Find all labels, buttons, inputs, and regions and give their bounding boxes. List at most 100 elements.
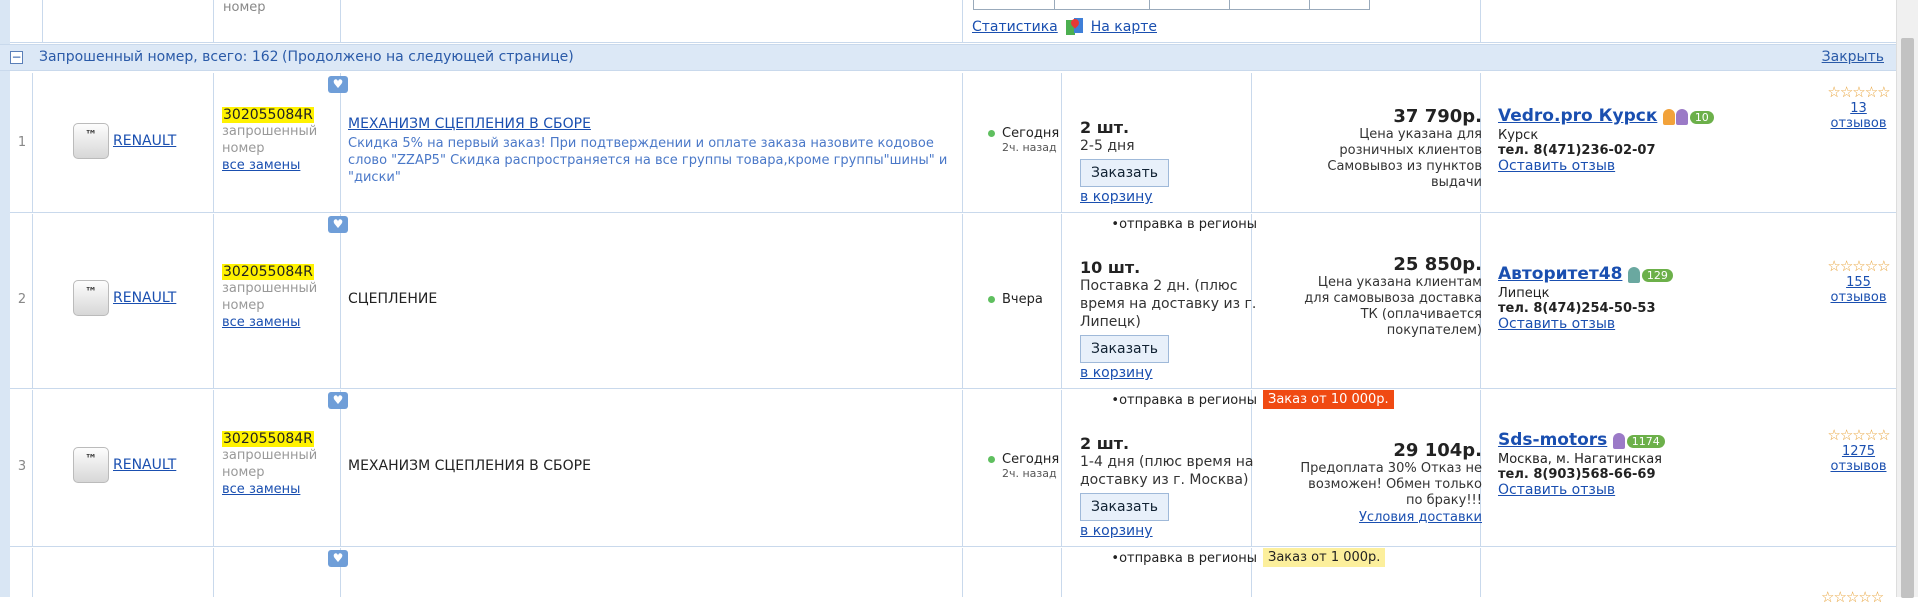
collapse-icon[interactable]: −: [10, 51, 23, 64]
heart-icon[interactable]: ♥: [328, 76, 348, 93]
map-link[interactable]: На карте: [1091, 19, 1157, 35]
map-icon[interactable]: [1065, 17, 1083, 35]
seller-name-link[interactable]: Vedro.pro Курск: [1498, 106, 1657, 126]
regions-note: •отправка в регионы: [1111, 217, 1257, 232]
quantity-block: 2 шт. 1-4 дня (плюс время на доставку из…: [1080, 434, 1260, 539]
brand-link[interactable]: RENAULT: [113, 290, 176, 306]
cart-link[interactable]: в корзину: [1080, 189, 1260, 205]
part-number-value: 302055084R: [222, 431, 314, 447]
rating: ☆☆☆☆☆: [1821, 588, 1884, 606]
price-block: 25 850р. Цена указана клиентам для самов…: [1266, 254, 1482, 339]
seller-name-link[interactable]: Авторитет48: [1498, 264, 1622, 284]
seller-city: Липецк: [1498, 286, 1550, 301]
all-replacements-link[interactable]: все замены: [222, 158, 300, 173]
price-note: Цена указана клиентам для самовывоза дос…: [1304, 275, 1482, 338]
reviews-link[interactable]: 1275 отзывов: [1821, 444, 1896, 474]
star-icon: ☆☆☆☆☆: [1821, 588, 1884, 606]
delivery-terms-link[interactable]: Условия доставки: [1359, 510, 1482, 525]
seller-name-link[interactable]: Sds-motors: [1498, 430, 1607, 450]
quantity-block: 2 шт. 2-5 дня Заказать в корзину: [1080, 118, 1260, 205]
ribbon-icon: [1612, 433, 1625, 449]
description-title-link[interactable]: МЕХАНИЗМ СЦЕПЛЕНИЯ В СБОРЕ: [348, 116, 591, 132]
price: 25 850р.: [1393, 254, 1482, 275]
delivery-term: 1-4 дня (плюс время на доставку из г. Мо…: [1080, 454, 1254, 488]
price: 29 104р.: [1393, 440, 1482, 461]
quantity-block: 10 шт. Поставка 2 дн. (плюс время на дос…: [1080, 258, 1260, 381]
ribbon-icon: [1662, 109, 1675, 125]
group-title: Запрошенный номер, всего: 162: [39, 49, 279, 65]
part-number-value: 302055084R: [222, 264, 314, 280]
brand-link[interactable]: RENAULT: [113, 133, 176, 149]
order-button[interactable]: Заказать: [1080, 493, 1170, 521]
price-note: Цена указана для розничных клиентов Само…: [1327, 127, 1482, 190]
price-note: Предоплата 30% Отказ не возможен! Обмен …: [1300, 461, 1482, 508]
prev-row-label: номер: [223, 0, 266, 15]
date-label: Сегодня: [1002, 452, 1060, 467]
description-title: СЦЕПЛЕНИЕ: [348, 291, 438, 307]
quantity: 10 шт.: [1080, 258, 1141, 277]
date: Сегодня 2ч. назад: [988, 452, 1059, 480]
date: Вчера: [988, 292, 1043, 307]
star-icon: ☆☆☆☆☆: [1827, 426, 1890, 444]
brand: ™ RENAULT: [73, 123, 176, 159]
brand: ™ RENAULT: [73, 280, 176, 316]
brand-link[interactable]: RENAULT: [113, 457, 176, 473]
scrollbar[interactable]: [1896, 0, 1918, 598]
description-title: МЕХАНИЗМ СЦЕПЛЕНИЯ В СБОРЕ: [348, 458, 591, 474]
scrollbar-thumb[interactable]: [1901, 38, 1914, 598]
tm-logo: ™: [73, 447, 109, 483]
requested-label: запрошенный номер: [222, 281, 318, 313]
table-row: 2 ™ RENAULT ♥ 302055084R запрошенный ном…: [10, 214, 1896, 389]
requested-label: запрошенный номер: [222, 124, 318, 156]
seller-phone: тел. 8(471)236-02-07: [1498, 143, 1656, 158]
leave-review-link[interactable]: Оставить отзыв: [1498, 316, 1615, 332]
star-icon: ☆☆☆☆☆: [1827, 257, 1890, 275]
reviews-link[interactable]: 13 отзывов: [1821, 101, 1896, 131]
heart-icon[interactable]: ♥: [328, 550, 348, 567]
all-replacements-link[interactable]: все замены: [222, 482, 300, 497]
rating: ☆☆☆☆☆ 13 отзывов: [1821, 83, 1896, 131]
reviews-link[interactable]: 155 отзывов: [1821, 275, 1896, 305]
quantity: 2 шт.: [1080, 434, 1130, 453]
leave-review-link[interactable]: Оставить отзыв: [1498, 158, 1615, 174]
heart-icon[interactable]: ♥: [328, 216, 348, 233]
rating: ☆☆☆☆☆ 1275 отзывов: [1821, 426, 1896, 474]
cart-link[interactable]: в корзину: [1080, 523, 1260, 539]
table-row: 1 ™ RENAULT ♥ 302055084R запрошенный ном…: [10, 73, 1896, 213]
seller-badge: 1174: [1626, 434, 1665, 448]
tm-logo: ™: [73, 123, 109, 159]
description-note: Скидка 5% на первый заказ! При подтвержд…: [348, 136, 948, 185]
stats-link[interactable]: Статистика: [972, 19, 1058, 35]
description: СЦЕПЛЕНИЕ: [348, 291, 968, 307]
quantity: 2 шт.: [1080, 118, 1130, 137]
heart-icon[interactable]: ♥: [328, 392, 348, 409]
seller-block: Авторитет48 129 Липецк тел. 8(474)254-50…: [1498, 264, 1673, 332]
ribbon-icon: [1627, 267, 1640, 283]
row-number: 1: [17, 135, 27, 150]
star-icon: ☆☆☆☆☆: [1827, 83, 1890, 101]
order-button[interactable]: Заказать: [1080, 335, 1170, 363]
order-button[interactable]: Заказать: [1080, 159, 1170, 187]
regions-note: •отправка в регионы: [1111, 393, 1257, 408]
group-continued: (Продолжено на следующей странице): [282, 49, 574, 65]
description: МЕХАНИЗМ СЦЕПЛЕНИЯ В СБОРЕ: [348, 458, 968, 474]
seller-phone: тел. 8(474)254-50-53: [1498, 301, 1656, 316]
requested-label: запрошенный номер: [222, 448, 318, 480]
status-dot-icon: [988, 130, 995, 137]
seller-badge: 10: [1689, 110, 1714, 124]
part-number: 302055084R запрошенный номер все замены: [222, 264, 322, 330]
leave-review-link[interactable]: Оставить отзыв: [1498, 482, 1615, 498]
part-number-value: 302055084R: [222, 107, 314, 123]
left-stripe: [0, 0, 10, 597]
date-label: Сегодня: [1002, 126, 1060, 141]
close-link[interactable]: Закрыть: [1822, 49, 1884, 65]
date-ago: 2ч. назад: [1002, 141, 1057, 154]
cart-link[interactable]: в корзину: [1080, 365, 1260, 381]
all-replacements-link[interactable]: все замены: [222, 315, 300, 330]
price-block: 37 790р. Цена указана для розничных клие…: [1266, 106, 1482, 191]
prev-mini-table: [973, 0, 1370, 10]
row-number: 3: [17, 459, 27, 474]
part-number: 302055084R запрошенный номер все замены: [222, 107, 322, 173]
date-label: Вчера: [1002, 292, 1043, 307]
ribbon-icon: [1675, 109, 1688, 125]
